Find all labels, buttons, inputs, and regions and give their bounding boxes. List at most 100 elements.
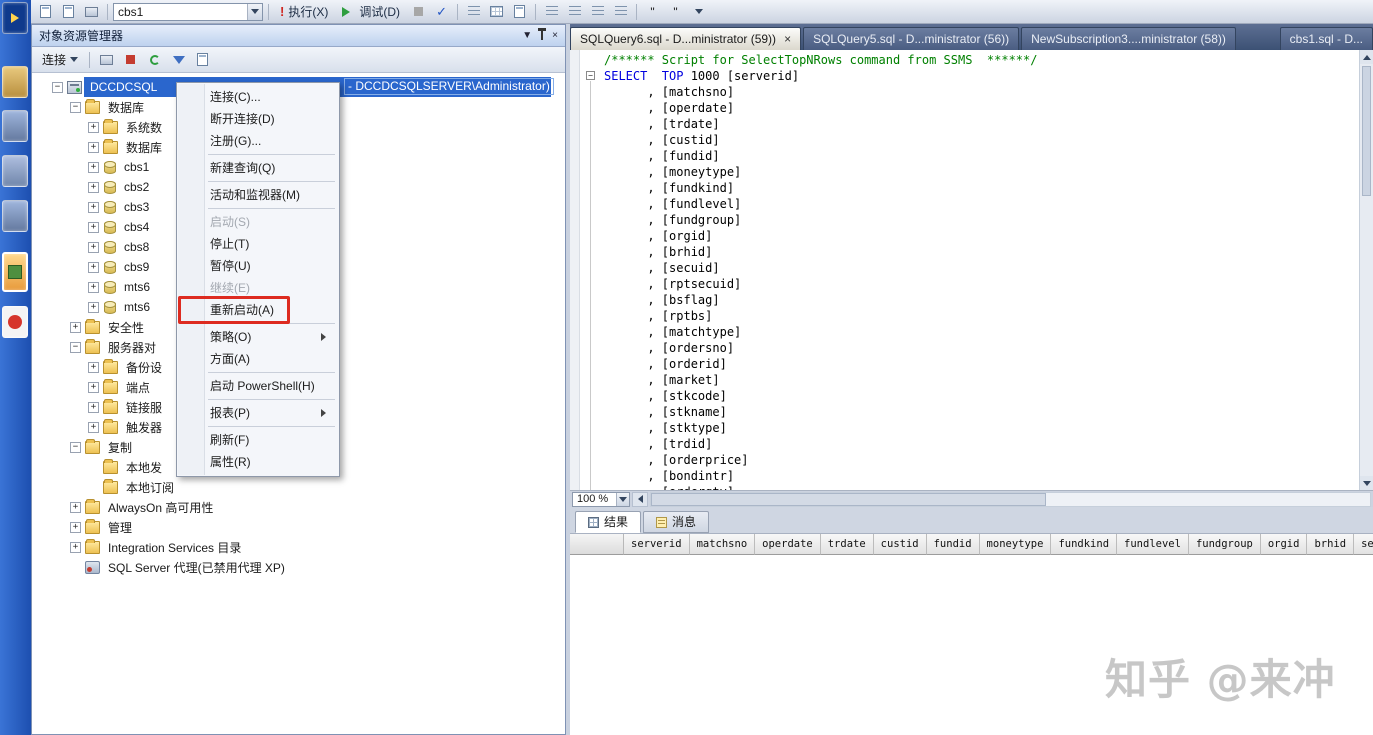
tree-expander[interactable]: + bbox=[88, 262, 99, 273]
dock-folder-icon[interactable] bbox=[2, 66, 28, 98]
editor-vertical-scrollbar[interactable] bbox=[1359, 50, 1373, 490]
dock-tool-icon-2[interactable] bbox=[2, 155, 28, 187]
tree-expander[interactable]: − bbox=[70, 442, 81, 453]
results-column-header[interactable]: fundid bbox=[927, 534, 980, 555]
results-column-header[interactable]: custid bbox=[874, 534, 927, 555]
unquote-icon[interactable]: " bbox=[665, 2, 686, 22]
document-tab[interactable]: NewSubscription3....ministrator (58))× bbox=[1021, 27, 1236, 50]
script-icon[interactable] bbox=[192, 50, 213, 70]
new-query-icon[interactable] bbox=[35, 2, 56, 22]
disconnect-server-icon[interactable] bbox=[96, 50, 117, 70]
tree-item[interactable]: +管理 bbox=[32, 517, 565, 537]
results-column-header[interactable]: matchsno bbox=[690, 534, 756, 555]
tab-close-icon[interactable]: × bbox=[784, 33, 791, 45]
tree-expander[interactable]: + bbox=[88, 422, 99, 433]
context-menu-item[interactable]: 连接(C)... bbox=[178, 86, 338, 108]
outdent-icon[interactable] bbox=[610, 2, 631, 22]
cancel-query-icon[interactable] bbox=[408, 2, 429, 22]
tree-item[interactable]: SQL Server 代理(已禁用代理 XP) bbox=[32, 557, 565, 577]
context-menu-item[interactable]: 暂停(U) bbox=[178, 255, 338, 277]
fold-collapse-icon[interactable]: − bbox=[586, 71, 595, 80]
quote-icon[interactable]: " bbox=[642, 2, 663, 22]
results-column-header[interactable]: moneytype bbox=[980, 534, 1052, 555]
close-icon[interactable]: × bbox=[552, 31, 558, 41]
dock-tool-icon-1[interactable] bbox=[2, 110, 28, 142]
results-column-header[interactable]: serverid bbox=[624, 534, 690, 555]
dock-collapse-icon[interactable] bbox=[2, 2, 28, 34]
tree-expander[interactable]: + bbox=[88, 302, 99, 313]
results-column-header[interactable]: operdate bbox=[755, 534, 821, 555]
tree-expander[interactable]: − bbox=[52, 82, 63, 93]
dock-tool-icon-3[interactable] bbox=[2, 200, 28, 232]
parse-query-icon[interactable]: ✓ bbox=[431, 2, 452, 22]
document-tab[interactable]: SQLQuery6.sql - D...ministrator (59))× bbox=[570, 27, 801, 50]
dock-active-tool-icon[interactable] bbox=[2, 252, 28, 292]
pin-icon[interactable] bbox=[541, 31, 543, 40]
tree-expander[interactable]: + bbox=[70, 542, 81, 553]
database-combo[interactable]: cbs1 bbox=[113, 3, 263, 21]
sql-editor[interactable]: − /****** Script for SelectTopNRows comm… bbox=[570, 50, 1373, 490]
execute-button[interactable]: ! 执行(X) bbox=[274, 2, 334, 22]
scrollbar-thumb[interactable] bbox=[1362, 66, 1371, 196]
scroll-down-icon[interactable] bbox=[1360, 476, 1373, 490]
open-file-icon[interactable] bbox=[58, 2, 79, 22]
tree-expander[interactable]: + bbox=[88, 242, 99, 253]
debug-button[interactable]: 调试(D) bbox=[336, 2, 406, 22]
tree-expander[interactable]: + bbox=[88, 182, 99, 193]
window-position-icon[interactable]: ▼ bbox=[522, 31, 532, 41]
change-connection-icon[interactable] bbox=[81, 2, 102, 22]
results-to-file-icon[interactable] bbox=[509, 2, 530, 22]
tree-expander[interactable]: + bbox=[88, 202, 99, 213]
tree-expander[interactable]: + bbox=[88, 282, 99, 293]
tree-expander[interactable]: − bbox=[70, 102, 81, 113]
context-menu-item[interactable]: 属性(R) bbox=[178, 451, 338, 473]
context-menu-item[interactable]: 刷新(F) bbox=[178, 429, 338, 451]
tab-results[interactable]: 结果 bbox=[575, 511, 641, 533]
scrollbar-thumb[interactable] bbox=[651, 493, 1046, 506]
document-tab[interactable]: cbs1.sql - D...× bbox=[1280, 27, 1373, 50]
context-menu-item[interactable]: 新建查询(Q) bbox=[178, 157, 338, 179]
scroll-left-icon[interactable] bbox=[632, 492, 648, 507]
results-grid-body[interactable] bbox=[570, 555, 1373, 735]
tree-expander[interactable]: + bbox=[88, 362, 99, 373]
context-menu-item[interactable]: 注册(G)... bbox=[178, 130, 338, 152]
zoom-combo[interactable]: 100 % bbox=[572, 492, 630, 507]
tree-expander[interactable]: + bbox=[88, 162, 99, 173]
scrollbar-track[interactable] bbox=[650, 492, 1371, 507]
indent-icon[interactable] bbox=[587, 2, 608, 22]
stop-icon[interactable] bbox=[120, 50, 141, 70]
context-menu-item[interactable]: 重新启动(A) bbox=[178, 299, 338, 321]
uncomment-icon[interactable] bbox=[564, 2, 585, 22]
filter-icon[interactable] bbox=[168, 50, 189, 70]
results-to-grid-icon[interactable] bbox=[486, 2, 507, 22]
results-column-header[interactable]: brhid bbox=[1307, 534, 1354, 555]
refresh-icon[interactable] bbox=[144, 50, 165, 70]
context-menu-item[interactable]: 策略(O) bbox=[178, 326, 338, 348]
results-column-header[interactable]: fundlevel bbox=[1117, 534, 1189, 555]
tree-expander[interactable]: + bbox=[70, 502, 81, 513]
tree-expander[interactable]: + bbox=[88, 382, 99, 393]
combo-dropdown-button[interactable] bbox=[616, 493, 629, 506]
tree-expander[interactable]: + bbox=[88, 142, 99, 153]
document-tab[interactable]: SQLQuery5.sql - D...ministrator (56))× bbox=[803, 27, 1019, 50]
tree-expander[interactable]: − bbox=[70, 342, 81, 353]
results-to-text-icon[interactable] bbox=[463, 2, 484, 22]
connect-dropdown[interactable]: 连接 bbox=[37, 50, 83, 70]
dock-record-icon[interactable] bbox=[2, 306, 28, 338]
context-menu-item[interactable]: 活动和监视器(M) bbox=[178, 184, 338, 206]
tree-item[interactable]: 本地订阅 bbox=[32, 477, 565, 497]
tree-expander[interactable]: + bbox=[70, 522, 81, 533]
tree-expander[interactable]: + bbox=[88, 222, 99, 233]
combo-dropdown-button[interactable] bbox=[247, 4, 262, 20]
tree-item[interactable]: +AlwaysOn 高可用性 bbox=[32, 497, 565, 517]
tree-expander[interactable]: + bbox=[88, 122, 99, 133]
tab-messages[interactable]: 消息 bbox=[643, 511, 709, 533]
tree-expander[interactable]: + bbox=[88, 402, 99, 413]
context-menu-item[interactable]: 启动 PowerShell(H) bbox=[178, 375, 338, 397]
context-menu-item[interactable]: 停止(T) bbox=[178, 233, 338, 255]
context-menu-item[interactable]: 断开连接(D) bbox=[178, 108, 338, 130]
context-menu-item[interactable]: 报表(P) bbox=[178, 402, 338, 424]
scroll-up-icon[interactable] bbox=[1360, 50, 1373, 64]
results-column-header[interactable]: fundkind bbox=[1051, 534, 1117, 555]
toolbar-overflow-icon[interactable] bbox=[688, 2, 709, 22]
